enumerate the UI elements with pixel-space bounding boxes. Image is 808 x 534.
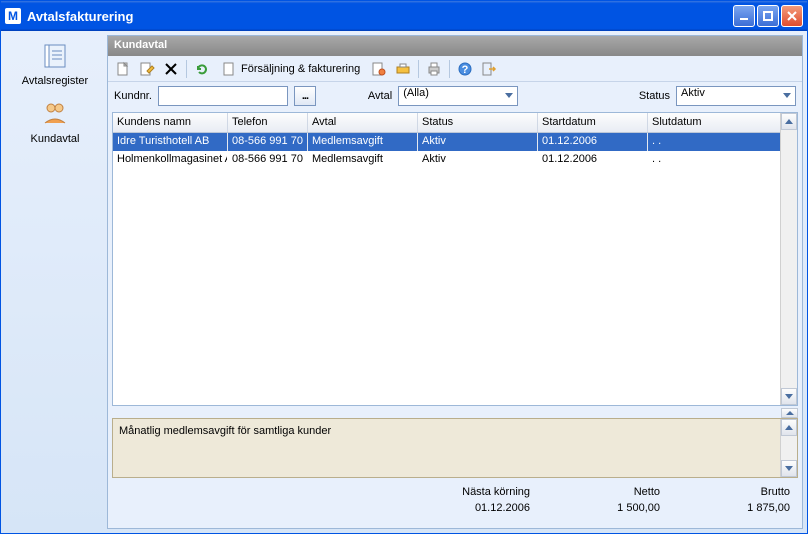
scroll-up-button[interactable] (781, 419, 797, 436)
col-header[interactable]: Kundens namn (113, 113, 228, 132)
status-select[interactable]: Aktiv (676, 86, 796, 106)
avtal-select[interactable]: (Alla) (398, 86, 518, 106)
sidebar-item-kundavtal[interactable]: Kundavtal (29, 97, 82, 147)
col-header[interactable]: Slutdatum (648, 113, 797, 132)
kundnr-browse-button[interactable]: ... (294, 86, 316, 106)
col-header[interactable]: Telefon (228, 113, 308, 132)
cell: 08-566 991 70 (228, 151, 308, 169)
exit-button[interactable] (478, 58, 500, 80)
document-icon (221, 61, 237, 77)
footer-col-next-run: Nästa körning 01.12.2006 (378, 482, 538, 526)
footer-value: 1 500,00 (617, 502, 660, 514)
footer-label: Netto (634, 486, 660, 498)
col-header[interactable]: Avtal (308, 113, 418, 132)
avtal-label: Avtal (368, 90, 392, 102)
col-header[interactable]: Startdatum (538, 113, 648, 132)
separator (418, 60, 419, 78)
customer-agreement-icon (39, 99, 71, 131)
col-header[interactable]: Status (418, 113, 538, 132)
separator (186, 60, 187, 78)
cell: . . (648, 133, 797, 151)
help-button[interactable]: ? (454, 58, 476, 80)
cell: . . (648, 151, 797, 169)
register-icon (39, 41, 71, 73)
refresh-button[interactable] (191, 58, 213, 80)
footer-value: 1 875,00 (747, 502, 790, 514)
sidebar-item-avtalsregister[interactable]: Avtalsregister (20, 39, 90, 89)
scroll-up-button[interactable] (781, 113, 797, 130)
scroll-down-button[interactable] (781, 388, 797, 405)
cell: Aktiv (418, 133, 538, 151)
cell: Idre Turisthotell AB (113, 133, 228, 151)
print-button[interactable] (423, 58, 445, 80)
main-panel: Kundavtal Försäljning & fakturering ? (107, 35, 803, 529)
footer: Nästa körning 01.12.2006 Netto 1 500,00 … (112, 482, 798, 526)
cell: 08-566 991 70 (228, 133, 308, 151)
footer-col-brutto: Brutto 1 875,00 (668, 482, 798, 526)
action1-button[interactable] (368, 58, 390, 80)
description-text: Månatlig medlemsavgift för samtliga kund… (119, 425, 331, 437)
cell: 01.12.2006 (538, 133, 648, 151)
footer-value: 01.12.2006 (475, 502, 530, 514)
titlebar[interactable]: M Avtalsfakturering (1, 1, 807, 31)
grid-scrollbar[interactable] (780, 113, 797, 405)
table-row[interactable]: Idre Turisthotell AB 08-566 991 70 Medle… (113, 133, 797, 151)
panel-title: Kundavtal (108, 36, 802, 56)
table-row[interactable]: Holmenkollmagasinet AS 08-566 991 70 Med… (113, 151, 797, 169)
scroll-down-button[interactable] (781, 460, 797, 477)
desc-scrollbar[interactable] (780, 419, 797, 477)
data-grid[interactable]: Kundens namn Telefon Avtal Status Startd… (112, 112, 798, 406)
sales-invoicing-button[interactable]: Försäljning & fakturering (215, 58, 366, 80)
maximize-button[interactable] (757, 5, 779, 27)
body: Avtalsregister Kundavtal Kundavtal Försä… (1, 31, 807, 533)
grid-header: Kundens namn Telefon Avtal Status Startd… (113, 113, 797, 133)
sidebar: Avtalsregister Kundavtal (5, 35, 105, 529)
new-button[interactable] (112, 58, 134, 80)
description-panel: Månatlig medlemsavgift för samtliga kund… (112, 418, 798, 478)
app-window: M Avtalsfakturering Avtalsregister Kunda… (0, 0, 808, 534)
window-buttons (733, 5, 803, 27)
action2-button[interactable] (392, 58, 414, 80)
svg-text:?: ? (462, 64, 469, 76)
footer-label: Nästa körning (462, 486, 530, 498)
sidebar-item-label: Avtalsregister (22, 75, 88, 87)
sidebar-item-label: Kundavtal (31, 133, 80, 145)
status-label: Status (639, 90, 670, 102)
kundnr-input[interactable] (158, 86, 288, 106)
app-icon: M (5, 8, 21, 24)
toolbar: Försäljning & fakturering ? (108, 56, 802, 82)
cell: Holmenkollmagasinet AS (113, 151, 228, 169)
filter-bar: Kundnr. ... Avtal (Alla) Status Aktiv (108, 82, 802, 110)
cell: Aktiv (418, 151, 538, 169)
footer-label: Brutto (761, 486, 790, 498)
cell: Medlemsavgift (308, 151, 418, 169)
sales-invoicing-label: Försäljning & fakturering (241, 63, 360, 75)
minimize-button[interactable] (733, 5, 755, 27)
grid-body: Idre Turisthotell AB 08-566 991 70 Medle… (113, 133, 797, 405)
window-title: Avtalsfakturering (27, 9, 733, 24)
cell: Medlemsavgift (308, 133, 418, 151)
edit-button[interactable] (136, 58, 158, 80)
collapse-button[interactable] (781, 408, 798, 418)
separator (449, 60, 450, 78)
footer-col-netto: Netto 1 500,00 (538, 482, 668, 526)
delete-button[interactable] (160, 58, 182, 80)
close-button[interactable] (781, 5, 803, 27)
splitter (112, 408, 798, 418)
kundnr-label: Kundnr. (114, 90, 152, 102)
cell: 01.12.2006 (538, 151, 648, 169)
